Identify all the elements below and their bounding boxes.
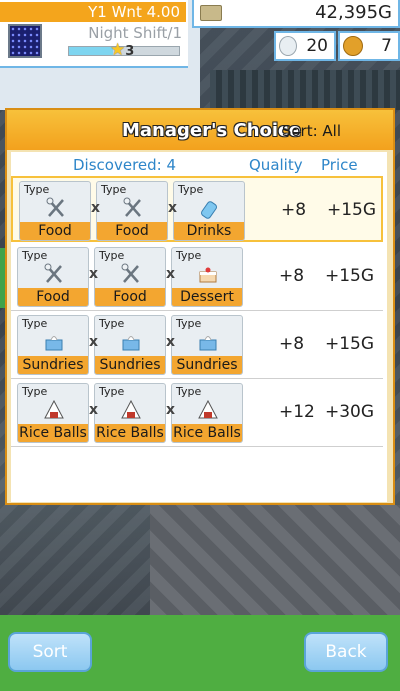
shift-progress-fill xyxy=(69,47,113,55)
type-card: Type Rice Balls xyxy=(94,383,166,443)
fence xyxy=(210,70,400,110)
combo-row[interactable]: Type Food Type Food Type Dessert x x +8 +15G xyxy=(11,244,383,311)
back-button[interactable]: Back xyxy=(304,632,388,672)
type-card: Type Sundries xyxy=(171,315,243,375)
type-caption: Type xyxy=(99,385,125,398)
quality-header: Quality xyxy=(249,156,303,174)
type-label: Food xyxy=(18,288,88,306)
combo-row[interactable]: Type Food Type Food Type Drinks x x +8 +15G xyxy=(11,176,383,242)
type-card: Type Sundries xyxy=(94,315,166,375)
type-label: Food xyxy=(20,222,90,240)
type-card: Type Dessert xyxy=(171,247,243,307)
type-card: Type Rice Balls xyxy=(17,383,89,443)
combo-separator: x xyxy=(166,334,176,350)
medals-display: 7 xyxy=(338,31,400,61)
price-value: +30G xyxy=(325,402,375,422)
type-label: Food xyxy=(95,288,165,306)
type-label: Dessert xyxy=(172,288,242,306)
type-card: Type Food xyxy=(17,247,89,307)
tissue-box-icon xyxy=(42,330,66,354)
managers-choice-panel: Manager's Choice Sort: All Discovered: 4… xyxy=(5,108,395,505)
rank-value: 3 xyxy=(125,44,135,59)
type-caption: Type xyxy=(101,183,127,196)
price-value: +15G xyxy=(327,200,377,220)
type-caption: Type xyxy=(99,317,125,330)
type-label: Sundries xyxy=(18,356,88,374)
idea-points-display: 20 xyxy=(274,31,336,61)
store-avatar[interactable] xyxy=(8,24,42,58)
star-icon: ★ xyxy=(110,40,126,60)
price-value: +15G xyxy=(325,334,375,354)
sort-status: Sort: All xyxy=(281,122,341,140)
type-card: Type Food xyxy=(94,247,166,307)
combo-separator: x xyxy=(91,200,101,216)
type-caption: Type xyxy=(24,183,50,196)
type-caption: Type xyxy=(22,385,48,398)
type-card: Type Rice Balls xyxy=(171,383,243,443)
combo-row[interactable]: Type Sundries Type Sundries Type Sundries x x +8… xyxy=(11,312,383,379)
money-display: 42,395G xyxy=(192,0,400,28)
combo-list: Discovered: 4 Quality Price Type Food Type… xyxy=(11,152,387,502)
type-card: Type Drinks xyxy=(173,181,245,241)
type-label: Sundries xyxy=(95,356,165,374)
discovered-header: Discovered: 4 xyxy=(73,156,177,174)
rice-ball-icon xyxy=(119,398,143,422)
combo-separator: x xyxy=(166,266,176,282)
type-label: Rice Balls xyxy=(172,424,242,442)
combo-separator: x xyxy=(89,334,99,350)
season-date: Y1 Wnt 4.00 xyxy=(0,2,186,22)
type-caption: Type xyxy=(176,317,202,330)
cake-icon xyxy=(196,262,220,286)
quality-value: +12 xyxy=(279,402,315,422)
type-caption: Type xyxy=(178,183,204,196)
type-label: Rice Balls xyxy=(18,424,88,442)
type-caption: Type xyxy=(176,249,202,262)
sidewalk xyxy=(150,505,400,615)
type-card: Type Food xyxy=(19,181,91,241)
medals-value: 7 xyxy=(381,36,392,56)
lightbulb-icon xyxy=(279,36,297,56)
panel-title: Manager's Choice xyxy=(122,120,301,141)
type-label: Sundries xyxy=(172,356,242,374)
tissue-box-icon xyxy=(119,330,143,354)
sort-button[interactable]: Sort xyxy=(8,632,92,672)
type-label: Rice Balls xyxy=(95,424,165,442)
quality-value: +8 xyxy=(281,200,307,220)
type-label: Food xyxy=(97,222,167,240)
price-value: +15G xyxy=(325,266,375,286)
quality-value: +8 xyxy=(279,334,305,354)
bottle-icon xyxy=(198,196,222,220)
money-value: 42,395G xyxy=(315,2,392,23)
combo-separator: x xyxy=(89,402,99,418)
money-icon xyxy=(200,5,222,21)
fork-knife-icon xyxy=(121,196,145,220)
tissue-box-icon xyxy=(196,330,220,354)
type-caption: Type xyxy=(22,317,48,330)
type-caption: Type xyxy=(22,249,48,262)
fork-knife-icon xyxy=(42,262,66,286)
type-label: Drinks xyxy=(174,222,244,240)
fork-knife-icon xyxy=(44,196,68,220)
combo-separator: x xyxy=(89,266,99,282)
idea-points-value: 20 xyxy=(306,36,328,56)
status-panel: Y1 Wnt 4.00 Night Shift/1 ★3 xyxy=(0,0,188,68)
combo-row[interactable]: Type Rice Balls Type Rice Balls Type Rice Bal… xyxy=(11,380,383,447)
type-caption: Type xyxy=(99,249,125,262)
panel-header: Manager's Choice Sort: All xyxy=(7,110,393,150)
fork-knife-icon xyxy=(119,262,143,286)
combo-separator: x xyxy=(168,200,178,216)
type-caption: Type xyxy=(176,385,202,398)
rank-badge: ★3 xyxy=(110,40,134,60)
rice-ball-icon xyxy=(42,398,66,422)
type-card: Type Food xyxy=(96,181,168,241)
type-card: Type Sundries xyxy=(17,315,89,375)
combo-separator: x xyxy=(166,402,176,418)
quality-value: +8 xyxy=(279,266,305,286)
medal-icon xyxy=(343,36,363,56)
price-header: Price xyxy=(321,156,358,174)
rice-ball-icon xyxy=(196,398,220,422)
